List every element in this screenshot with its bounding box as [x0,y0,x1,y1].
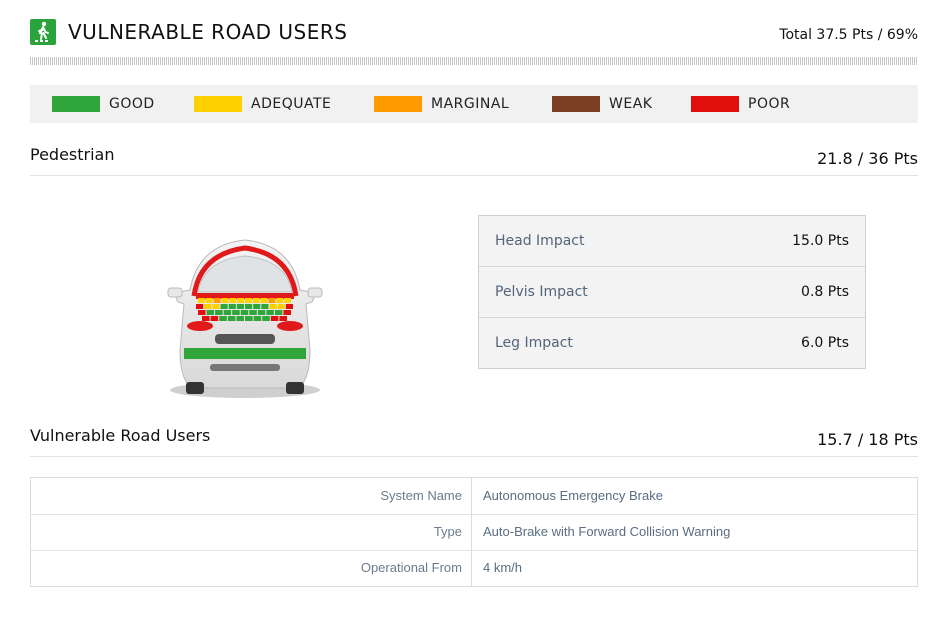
legend-label: MARGINAL [431,96,510,112]
pedestrian-crossing-icon [30,19,56,45]
section-header: VULNERABLE ROAD USERS Total 37.5 Pts / 6… [30,16,918,50]
info-row-value: Auto-Brake with Forward Collision Warnin… [483,524,731,539]
legend-item-weak: WEAK [552,85,652,123]
legend-swatch [194,96,242,112]
vru-title: Vulnerable Road Users [30,426,211,445]
header-divider [30,57,918,65]
info-row-type: Type Auto-Brake with Forward Collision W… [31,514,917,551]
legend-item-poor: POOR [691,85,790,123]
pedestrian-score-table: Head Impact 15.0 Pts Pelvis Impact 0.8 P… [478,215,866,369]
total-score: Total 37.5 Pts / 69% [779,27,918,43]
score-row-value: 6.0 Pts [801,335,849,351]
score-row-value: 0.8 Pts [801,284,849,300]
score-row-pelvis-impact: Pelvis Impact 0.8 Pts [479,267,865,318]
car-impact-diagram [160,230,330,405]
info-row-label: Type [31,514,472,550]
pedestrian-score: 21.8 / 36 Pts [817,149,918,168]
vru-section-header: Vulnerable Road Users 15.7 / 18 Pts [30,426,918,457]
info-row-value: Autonomous Emergency Brake [483,488,663,503]
vru-score: 15.7 / 18 Pts [817,430,918,449]
score-row-label: Head Impact [495,233,585,249]
score-row-leg-impact: Leg Impact 6.0 Pts [479,318,865,368]
legend-item-good: GOOD [52,85,155,123]
info-row-label: System Name [31,478,472,514]
legend-label: GOOD [109,96,155,112]
info-row-value: 4 km/h [483,560,523,575]
legend-label: ADEQUATE [251,96,332,112]
score-row-head-impact: Head Impact 15.0 Pts [479,216,865,267]
info-row-operational-from: Operational From 4 km/h [31,550,917,586]
rating-legend: GOOD ADEQUATE MARGINAL WEAK POOR [30,85,918,123]
score-row-label: Leg Impact [495,335,573,351]
pedestrian-section-header: Pedestrian 21.8 / 36 Pts [30,145,918,176]
legend-label: POOR [748,96,791,112]
info-row-system-name: System Name Autonomous Emergency Brake [31,478,917,515]
vru-info-table: System Name Autonomous Emergency Brake T… [30,477,918,587]
info-row-label: Operational From [31,550,472,586]
legend-swatch [52,96,100,112]
legend-swatch [552,96,600,112]
legend-swatch [374,96,422,112]
legend-item-marginal: MARGINAL [374,85,509,123]
score-row-label: Pelvis Impact [495,284,588,300]
score-row-value: 15.0 Pts [792,233,849,249]
legend-item-adequate: ADEQUATE [194,85,331,123]
legend-swatch [691,96,739,112]
pedestrian-title: Pedestrian [30,145,115,164]
legend-label: WEAK [609,96,653,112]
page-title: VULNERABLE ROAD USERS [68,20,348,44]
